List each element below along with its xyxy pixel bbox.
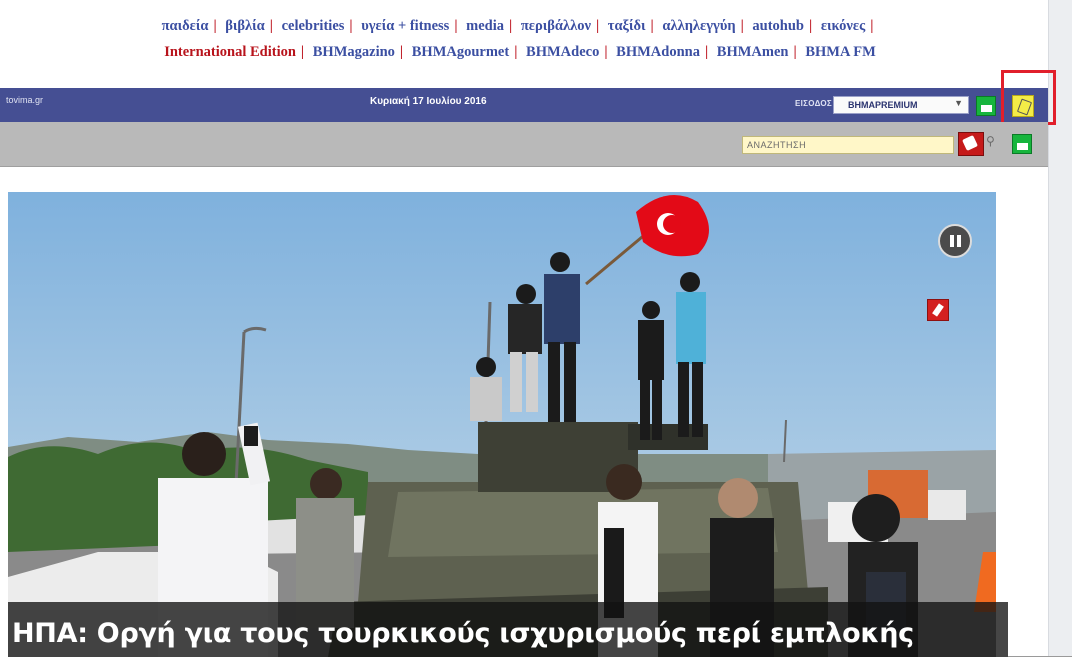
nav-separator: | [809, 18, 813, 34]
nav-item-autohub[interactable]: autohub [752, 18, 804, 34]
search-icon[interactable]: ⚲ [986, 134, 995, 148]
nav-item-bhmagourmet[interactable]: BHMAgourmet [412, 44, 509, 60]
current-date: Κυριακή 17 Ιουλίου 2016 [370, 96, 487, 107]
nav-item-celebrities[interactable]: celebrities [282, 18, 345, 34]
nav-item-vivlia[interactable]: βιβλία [225, 18, 265, 34]
tools-icon[interactable] [1012, 95, 1034, 117]
pause-icon[interactable] [938, 224, 972, 258]
nav-item-paideia[interactable]: παιδεία [162, 18, 209, 34]
nav-item-bhmamen[interactable]: BHMAmen [717, 44, 789, 60]
nav-separator: | [793, 44, 797, 60]
hero-photo-illustration [8, 192, 996, 657]
nav-separator: | [213, 18, 217, 34]
nav-item-perivallon[interactable]: περιβάλλον [521, 18, 591, 34]
nav-item-allileggyi[interactable]: αλληλεγγύη [662, 18, 735, 34]
nav-separator: | [870, 18, 874, 34]
green-home-icon[interactable] [1012, 134, 1032, 154]
nav-separator: | [509, 18, 513, 34]
nav-separator: | [399, 44, 404, 60]
nav-item-ygeia-fitness[interactable]: υγεία + fitness [361, 18, 449, 34]
category-nav-row-2: International Edition | BHMagazino | BHMAg… [0, 44, 1040, 61]
hero-headline[interactable]: ΗΠΑ: Οργή για τους τουρκικούς ισχυρισμού… [12, 618, 914, 649]
page-scrollbar-area[interactable] [1048, 0, 1072, 657]
category-nav-row-1: παιδεία | βιβλία | celebrities | υγεία + fi… [0, 18, 1040, 35]
login-link[interactable]: ΕΙΣΟΔΟΣ [795, 99, 832, 108]
nav-item-bhma-fm[interactable]: BHMA FM [805, 44, 875, 60]
nav-separator: | [704, 44, 709, 60]
search-input[interactable]: ΑΝΑΖΗΤΗΣΗ [742, 136, 954, 154]
hero-image[interactable] [8, 192, 996, 657]
nav-item-media[interactable]: media [466, 18, 504, 34]
nav-separator: | [454, 18, 458, 34]
nav-item-bhmagazino[interactable]: BHMagazino [313, 44, 395, 60]
nav-item-bhmadeco[interactable]: BHMAdeco [526, 44, 599, 60]
nav-separator: | [269, 18, 273, 34]
share-icon[interactable] [927, 299, 949, 321]
premium-select[interactable]: BHMAPREMIUM ▼ [833, 96, 969, 114]
nav-item-eikones[interactable]: εικόνες [821, 18, 865, 34]
nav-separator: | [349, 18, 353, 34]
site-url-label[interactable]: tovima.gr [6, 95, 43, 105]
nav-separator: | [740, 18, 744, 34]
chevron-down-icon: ▼ [954, 98, 963, 108]
nav-item-taxidi[interactable]: ταξίδι [608, 18, 646, 34]
nav-item-international-edition[interactable]: International Edition [164, 44, 296, 60]
nav-separator: | [595, 18, 600, 34]
nav-separator: | [604, 44, 608, 60]
nav-separator: | [300, 44, 305, 60]
premium-select-value: BHMAPREMIUM [848, 100, 918, 110]
nav-separator: | [650, 18, 654, 34]
green-login-icon[interactable] [976, 96, 996, 116]
nav-item-bhmadonna[interactable]: BHMAdonna [616, 44, 700, 60]
hand-icon[interactable] [958, 132, 984, 156]
nav-separator: | [514, 44, 518, 60]
